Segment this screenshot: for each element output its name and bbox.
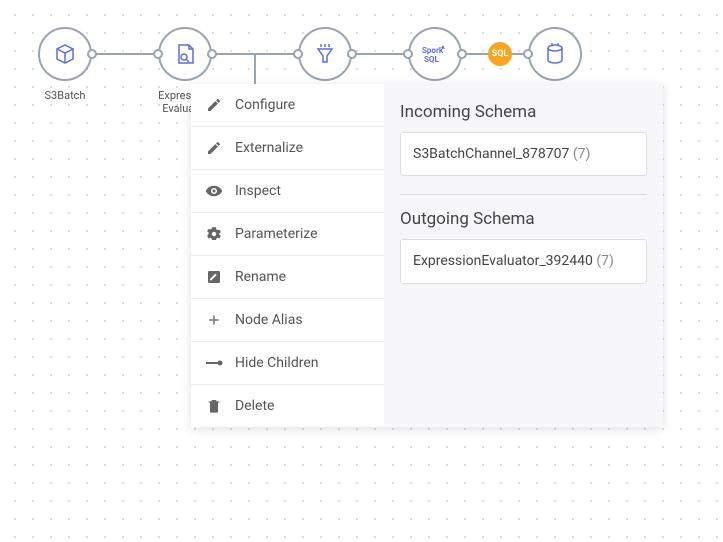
- node-filter[interactable]: [298, 27, 352, 81]
- node-port[interactable]: [207, 49, 217, 59]
- node-port[interactable]: [293, 49, 303, 59]
- menu-label: Configure: [235, 97, 295, 113]
- outgoing-schema-count: (7): [596, 253, 614, 269]
- node-port[interactable]: [87, 49, 97, 59]
- node-label: S3Batch: [45, 89, 86, 102]
- cube-icon: [53, 42, 77, 66]
- node-output[interactable]: [528, 27, 582, 81]
- node-expression-evaluator[interactable]: Expression Evaluator: [158, 27, 212, 81]
- funnel-icon: [313, 42, 337, 66]
- sql-badge: SQL: [488, 42, 512, 66]
- gear-icon: [205, 225, 223, 243]
- schema-pane: Incoming Schema S3BatchChannel_878707 (7…: [384, 84, 663, 427]
- menu-label: Delete: [235, 398, 274, 414]
- node-port[interactable]: [153, 49, 163, 59]
- eye-icon: [205, 182, 223, 200]
- menu-label: Node Alias: [235, 312, 303, 328]
- pencil-icon: [205, 96, 223, 114]
- plus-icon: [205, 311, 223, 329]
- outgoing-schema-name: ExpressionEvaluator_392440: [413, 253, 593, 269]
- incoming-schema-title: Incoming Schema: [400, 102, 647, 122]
- svg-text:SQL: SQL: [424, 55, 439, 64]
- node-port[interactable]: [457, 49, 467, 59]
- node-port[interactable]: [347, 49, 357, 59]
- context-menu: Configure Externalize Inspect Parameteri…: [191, 84, 384, 427]
- rename-icon: [205, 268, 223, 286]
- svg-text:Spork: Spork: [422, 46, 444, 55]
- node-port[interactable]: [403, 49, 413, 59]
- spark-sql-icon: Spork SQL: [420, 42, 450, 66]
- incoming-schema-name: S3BatchChannel_878707: [413, 146, 569, 162]
- schema-divider: [400, 194, 647, 195]
- menu-rename[interactable]: Rename: [191, 256, 384, 299]
- incoming-schema-count: (7): [573, 146, 591, 162]
- expression-icon: [173, 42, 197, 66]
- menu-hide-children[interactable]: Hide Children: [191, 342, 384, 385]
- menu-label: Rename: [235, 269, 286, 285]
- context-popup: Configure Externalize Inspect Parameteri…: [191, 84, 663, 427]
- menu-label: Inspect: [235, 183, 281, 199]
- output-icon: [543, 42, 567, 66]
- outgoing-schema-title: Outgoing Schema: [400, 209, 647, 229]
- menu-delete[interactable]: Delete: [191, 385, 384, 427]
- menu-inspect[interactable]: Inspect: [191, 170, 384, 213]
- menu-label: Parameterize: [235, 226, 318, 242]
- menu-label: Hide Children: [235, 355, 318, 371]
- node-port[interactable]: [523, 49, 533, 59]
- menu-parameterize[interactable]: Parameterize: [191, 213, 384, 256]
- outgoing-schema-box[interactable]: ExpressionEvaluator_392440 (7): [400, 239, 647, 283]
- pencil-icon: [205, 139, 223, 157]
- node-s3batch[interactable]: S3Batch: [38, 27, 92, 81]
- menu-configure[interactable]: Configure: [191, 84, 384, 127]
- node-spark-sql[interactable]: Spork SQL: [408, 27, 462, 81]
- menu-externalize[interactable]: Externalize: [191, 127, 384, 170]
- hide-children-icon: [205, 354, 223, 372]
- menu-label: Externalize: [235, 140, 303, 156]
- incoming-schema-box[interactable]: S3BatchChannel_878707 (7): [400, 132, 647, 176]
- menu-node-alias[interactable]: Node Alias: [191, 299, 384, 342]
- trash-icon: [205, 397, 223, 415]
